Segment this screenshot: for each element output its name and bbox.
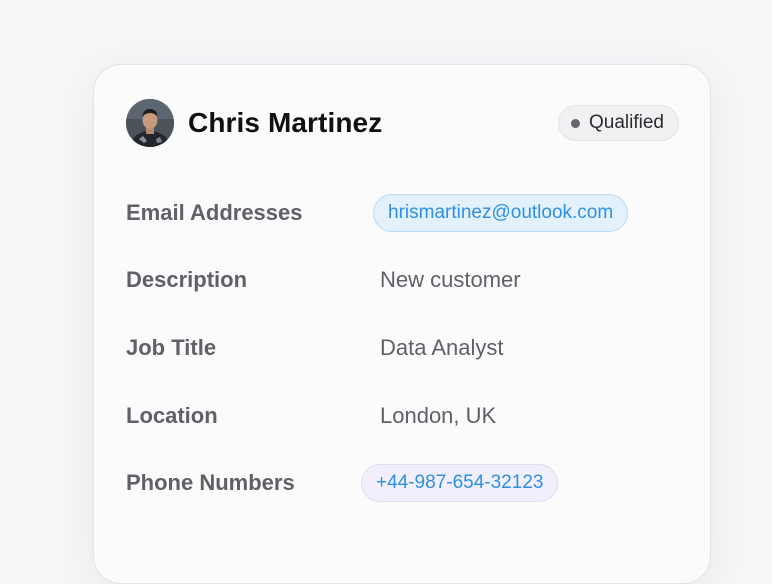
phone-chip[interactable]: +44-987-654-32123: [361, 464, 559, 502]
avatar-photo-icon: [126, 99, 174, 147]
status-badge[interactable]: Qualified: [558, 105, 679, 141]
field-row-email: Email Addresses hrismartinez@outlook.com: [126, 193, 678, 233]
contact-name: Chris Martinez: [188, 107, 383, 138]
avatar[interactable]: [126, 99, 174, 147]
status-label: Qualified: [589, 112, 664, 133]
field-row-job-title: Job Title Data Analyst: [126, 328, 678, 368]
email-chip[interactable]: hrismartinez@outlook.com: [373, 194, 629, 232]
location-value[interactable]: London, UK: [380, 403, 496, 429]
field-label-job-title: Job Title: [126, 335, 217, 360]
status-dot-icon: [571, 118, 580, 128]
job-title-value[interactable]: Data Analyst: [380, 335, 504, 361]
field-row-phone: Phone Numbers +44-987-654-32123: [126, 463, 678, 503]
field-label-email: Email Addresses: [126, 200, 303, 225]
field-row-location: Location London, UK: [126, 396, 678, 436]
contact-card: Chris Martinez Qualified Email Addresses…: [93, 64, 711, 584]
field-label-phone: Phone Numbers: [126, 470, 295, 495]
field-label-location: Location: [126, 403, 218, 428]
description-value[interactable]: New customer: [380, 267, 521, 293]
contact-header: Chris Martinez Qualified: [126, 98, 679, 148]
field-label-description: Description: [126, 267, 248, 292]
field-row-description: Description New customer: [126, 260, 678, 300]
